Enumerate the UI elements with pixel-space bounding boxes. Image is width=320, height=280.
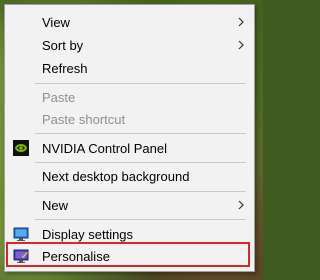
desktop-context-menu: View Sort by Refresh Paste Paste shortcu… (4, 4, 255, 272)
menu-separator (35, 191, 246, 192)
menu-item-label: Refresh (42, 61, 88, 76)
menu-item-view[interactable]: View (5, 11, 254, 33)
menu-item-label: Next desktop background (42, 169, 190, 184)
highlight-box (6, 242, 250, 267)
menu-item-label: View (42, 15, 70, 30)
nvidia-icon (13, 140, 29, 156)
menu-separator (35, 162, 246, 163)
menu-item-new[interactable]: New (5, 194, 254, 216)
display-settings-icon (13, 227, 29, 241)
menu-separator (35, 133, 246, 134)
menu-item-next-desktop-background[interactable]: Next desktop background (5, 165, 254, 187)
menu-item-label: Paste (42, 90, 76, 105)
menu-item-label: Display settings (42, 227, 134, 242)
menu-item-nvidia-control-panel[interactable]: NVIDIA Control Panel (5, 137, 254, 159)
menu-item-sort-by[interactable]: Sort by (5, 34, 254, 56)
menu-item-label: Paste shortcut (42, 112, 126, 127)
menu-item-label: NVIDIA Control Panel (42, 141, 168, 156)
menu-item-paste-shortcut: Paste shortcut (5, 108, 254, 130)
chevron-right-icon (238, 17, 244, 27)
menu-separator (35, 219, 246, 220)
menu-item-label: New (42, 198, 69, 213)
chevron-right-icon (238, 40, 244, 50)
menu-item-paste: Paste (5, 86, 254, 108)
menu-item-label: Sort by (42, 38, 84, 53)
menu-separator (35, 83, 246, 84)
menu-item-refresh[interactable]: Refresh (5, 57, 254, 79)
chevron-right-icon (238, 200, 244, 210)
